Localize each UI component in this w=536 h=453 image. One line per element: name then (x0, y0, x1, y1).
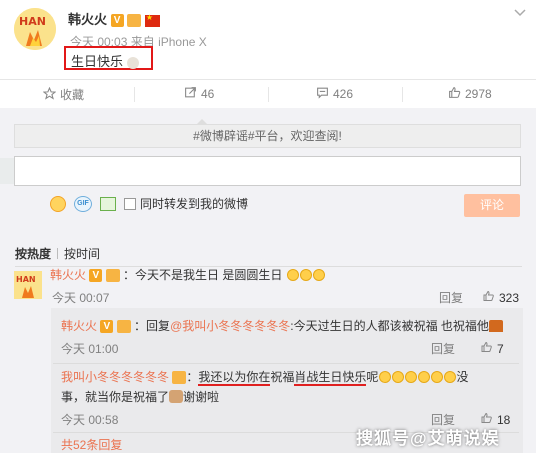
comment-count: 426 (333, 87, 354, 101)
repost-count: 46 (201, 87, 215, 101)
comment-toolbar: GIF 同时转发到我的微博 (50, 195, 248, 212)
post-author-row: 韩火火 V (68, 9, 160, 28)
comment-text: ：今天不是我生日 是圆圆生日 (123, 268, 283, 282)
reply-text-line2b: 事，就当你是祝福了 (61, 390, 170, 404)
reply-author[interactable]: 韩火火 (61, 319, 97, 333)
reply-button[interactable]: 回复 (439, 289, 463, 306)
repost-button[interactable]: 46 (184, 86, 214, 102)
vip-level-icon[interactable] (116, 320, 131, 334)
verified-v-icon[interactable]: V (110, 14, 124, 28)
sad-face-icon (379, 371, 392, 383)
comment-button[interactable]: 426 (316, 86, 353, 102)
reply-author[interactable]: 我叫小冬冬冬冬冬冬 (61, 370, 169, 384)
dog-face-icon (169, 390, 184, 403)
reply-text: :今天过生日的人都该被祝福 也祝福他 (290, 319, 489, 333)
emoji-icon[interactable] (50, 195, 66, 212)
thumbs-up-icon (482, 290, 495, 305)
comment-icon (316, 86, 329, 102)
comment-body: 韩火火 V ：今天不是我生日 是圆圆生日 (50, 265, 325, 285)
notice-text: #微博辟谣#平台，欢迎查阅! (193, 129, 342, 143)
weibo-post: HAN 韩火火 V 今天 00:03 来自 iPhone X 生日快乐 (0, 0, 536, 76)
reply-time: 今天 01:00 (61, 342, 119, 356)
chevron-down-icon[interactable] (514, 6, 526, 20)
thumbs-up-icon (480, 341, 493, 356)
post-content: 生日快乐 (64, 46, 153, 70)
reply-body: 韩火火 V ：回复@我叫小冬冬冬冬冬冬:今天过生日的人都该被祝福 也祝福他 (61, 316, 517, 336)
laugh-cry-icon (312, 269, 325, 281)
repost-icon (184, 86, 197, 102)
reply-sep: ： (186, 370, 199, 384)
avatar-drawing-icon: HAN (14, 271, 42, 299)
action-bar: 收藏 46 426 2978 (0, 79, 536, 108)
sad-face-icon (405, 371, 418, 383)
reply-text-part3: 肖战生日快乐 (294, 370, 367, 386)
post-source[interactable]: iPhone X (158, 35, 207, 49)
reply-like-count: 7 (497, 341, 504, 356)
action-divider (402, 87, 403, 102)
sort-divider (57, 248, 59, 259)
submit-comment-button[interactable]: 评论 (464, 194, 520, 217)
favorite-button[interactable]: 收藏 (42, 86, 85, 103)
rumor-notice[interactable]: #微博辟谣#平台，欢迎查阅! (14, 124, 521, 148)
comment-author[interactable]: 韩火火 (50, 268, 86, 282)
comment-avatar[interactable]: HAN (14, 271, 42, 299)
svg-text:HAN: HAN (16, 275, 36, 284)
vip-level-icon[interactable] (105, 269, 120, 283)
ghost-emoji-icon (126, 56, 139, 69)
reply-text-part2: 祝福 (270, 370, 295, 384)
like-button[interactable]: 2978 (448, 86, 492, 102)
reply-like-button[interactable]: 7 (480, 341, 504, 356)
tab-sort-by-time[interactable]: 按时间 (64, 245, 100, 262)
comment-like-button[interactable]: 323 (482, 290, 519, 305)
vip-level-icon[interactable] (172, 371, 187, 385)
mention-link[interactable]: @我叫小冬冬冬冬冬冬 (170, 319, 290, 333)
thumbs-up-icon (448, 86, 461, 102)
gif-icon[interactable]: GIF (74, 195, 92, 212)
laugh-cry-icon (418, 371, 431, 383)
watermark-text: 搜狐号@艾萌说娱 (356, 429, 500, 448)
divider (53, 363, 519, 364)
laugh-cry-icon (431, 371, 444, 383)
image-icon[interactable] (100, 196, 116, 211)
favorite-label: 收藏 (60, 88, 85, 102)
reply-text-line2c: 谢谢啦 (183, 390, 220, 404)
also-repost-label: 同时转发到我的微博 (140, 197, 249, 211)
tab-sort-by-heat[interactable]: 按热度 (15, 245, 51, 262)
comment-section: #微博辟谣#平台，欢迎查阅! GIF 同时转发到我的微博 评论 按热度 按时间 … (0, 108, 536, 453)
reply-text-line2a: 没 (456, 370, 469, 384)
like-count: 2978 (465, 87, 492, 101)
reply-prefix: ：回复 (134, 319, 171, 333)
sort-tabs: 按热度 按时间 (15, 245, 100, 262)
verified-v-icon[interactable]: V (100, 320, 114, 334)
comment-time: 今天 00:07 (52, 291, 110, 305)
post-text: 生日快乐 (71, 54, 124, 69)
comment-like-count: 323 (499, 290, 520, 305)
author-avatar[interactable]: HAN (14, 8, 56, 50)
reply-text-part4: 呢 (366, 370, 379, 384)
action-divider (268, 87, 269, 102)
action-divider (134, 87, 135, 102)
laugh-cry-icon (286, 269, 299, 281)
reply-time: 今天 00:58 (61, 413, 119, 427)
more-replies-link[interactable]: 共52条回复 (61, 436, 122, 453)
laugh-cry-icon (444, 371, 457, 383)
verified-v-icon[interactable]: V (89, 269, 103, 283)
star-icon (42, 86, 57, 103)
sad-face-icon (392, 371, 405, 383)
reply-body: 我叫小冬冬冬冬冬冬 ：我还以为你在祝福肖战生日快乐呢 没 事，就当你是祝福了 谢谢啦 (61, 367, 517, 407)
china-flag-icon (144, 13, 160, 27)
reply-button[interactable]: 回复 (431, 340, 455, 357)
svg-text:HAN: HAN (19, 15, 46, 28)
cake-icon (488, 320, 503, 332)
reply-text-part1: 我还以为你在 (198, 370, 271, 386)
laugh-cry-icon (299, 269, 312, 281)
comment-input[interactable] (14, 156, 521, 186)
post-author-name[interactable]: 韩火火 (68, 12, 107, 27)
also-repost-checkbox[interactable] (124, 197, 136, 210)
avatar-drawing-icon: HAN (14, 8, 56, 50)
vip-level-icon[interactable] (127, 14, 142, 28)
